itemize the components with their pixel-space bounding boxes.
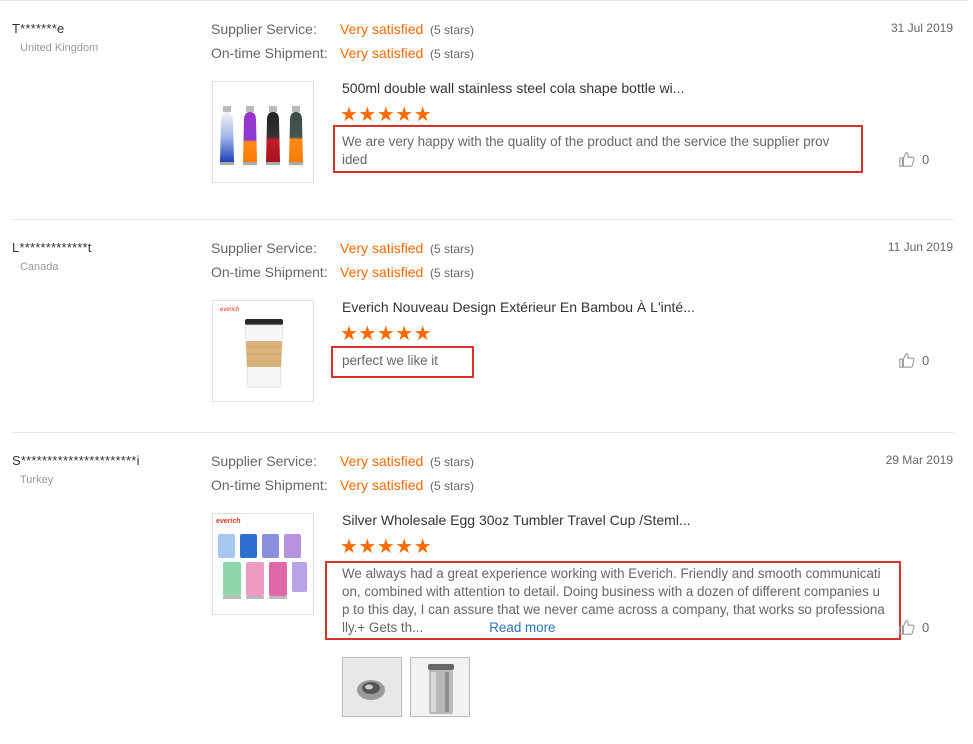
comment-line: on, combined with attention to detail. D… bbox=[342, 584, 880, 599]
ontime-shipment-label: On-time Shipment: bbox=[211, 264, 328, 280]
product-title-link[interactable]: Everich Nouveau Design Extérieur En Bamb… bbox=[342, 299, 695, 315]
comment-line: lly.+ Gets th... bbox=[342, 620, 424, 635]
lid-photo bbox=[343, 658, 401, 716]
comment-line: p to this day, I can assure that we neve… bbox=[342, 602, 885, 617]
review-comment: We are very happy with the quality of th… bbox=[342, 133, 852, 169]
tumbler-photo bbox=[411, 658, 469, 716]
bottles-image bbox=[220, 106, 303, 165]
buyer-country: Turkey bbox=[20, 474, 54, 486]
supplier-service-label: Supplier Service: bbox=[211, 240, 317, 256]
comment-line-last: lly.+ Gets th... Read more bbox=[342, 619, 902, 637]
top-divider bbox=[0, 0, 968, 1]
ontime-shipment-label: On-time Shipment: bbox=[211, 477, 328, 493]
review-stars: ★★★★★ bbox=[340, 323, 433, 345]
product-thumbnail[interactable]: everich bbox=[212, 513, 314, 615]
review-stars: ★★★★★ bbox=[340, 104, 433, 126]
product-title-link[interactable]: 500ml double wall stainless steel cola s… bbox=[342, 80, 684, 96]
buyer-name: L*************t bbox=[12, 240, 92, 255]
comment-line: We are very happy with the quality of th… bbox=[342, 134, 830, 149]
bamboo-cup-image: everich bbox=[220, 307, 284, 388]
supplier-service-stars: (5 stars) bbox=[430, 455, 475, 469]
like-button[interactable]: 0 bbox=[898, 618, 929, 636]
review-comment: perfect we like it bbox=[342, 352, 438, 370]
like-button[interactable]: 0 bbox=[898, 351, 929, 369]
buyer-country: Canada bbox=[20, 261, 59, 273]
supplier-service-stars: (5 stars) bbox=[430, 23, 475, 37]
review-divider bbox=[12, 432, 954, 433]
review-divider bbox=[12, 219, 954, 220]
ontime-shipment-value: Very satisfied bbox=[340, 264, 424, 280]
ontime-shipment-stars: (5 stars) bbox=[430, 266, 475, 280]
thumbs-up-icon bbox=[899, 152, 915, 167]
brand-logo: everich bbox=[216, 518, 241, 525]
comment-line: perfect we like it bbox=[342, 353, 439, 368]
like-count: 0 bbox=[922, 619, 930, 635]
like-count: 0 bbox=[922, 352, 930, 368]
buyer-name: T*******e bbox=[12, 21, 65, 36]
buyer-country: United Kingdom bbox=[20, 42, 99, 54]
supplier-service-stars: (5 stars) bbox=[430, 242, 475, 256]
like-count: 0 bbox=[922, 151, 930, 167]
ontime-shipment-stars: (5 stars) bbox=[430, 479, 475, 493]
supplier-service-value: Very satisfied bbox=[340, 453, 424, 469]
thumbs-up-icon bbox=[899, 620, 915, 635]
comment-line: We always had a great experience working… bbox=[342, 566, 881, 581]
review-date: 31 Jul 2019 bbox=[890, 21, 953, 35]
review-date: 11 Jun 2019 bbox=[887, 240, 953, 254]
comment-line: ided bbox=[342, 152, 368, 167]
supplier-service-value: Very satisfied bbox=[340, 240, 424, 256]
like-button[interactable]: 0 bbox=[898, 150, 929, 168]
product-title-link[interactable]: Silver Wholesale Egg 30oz Tumbler Travel… bbox=[342, 512, 691, 528]
thumbs-up-icon bbox=[899, 353, 915, 368]
buyer-name: S**********************i bbox=[12, 453, 140, 468]
brand-logo: everich bbox=[220, 307, 240, 313]
supplier-service-label: Supplier Service: bbox=[211, 21, 317, 37]
ontime-shipment-label: On-time Shipment: bbox=[211, 45, 328, 61]
review-photo-thumbnail[interactable] bbox=[410, 657, 470, 717]
supplier-service-label: Supplier Service: bbox=[211, 453, 317, 469]
review-comment: We always had a great experience working… bbox=[342, 565, 902, 637]
review-stars: ★★★★★ bbox=[340, 536, 433, 558]
read-more-link[interactable]: Read more bbox=[489, 620, 555, 635]
ontime-shipment-value: Very satisfied bbox=[340, 45, 424, 61]
product-thumbnail[interactable] bbox=[212, 81, 314, 183]
review-date: 29 Mar 2019 bbox=[885, 453, 953, 467]
ontime-shipment-stars: (5 stars) bbox=[430, 47, 475, 61]
supplier-service-value: Very satisfied bbox=[340, 21, 424, 37]
product-thumbnail[interactable]: everich bbox=[212, 300, 314, 402]
tumblers-image: everich bbox=[216, 518, 307, 599]
review-photo-thumbnail[interactable] bbox=[342, 657, 402, 717]
ontime-shipment-value: Very satisfied bbox=[340, 477, 424, 493]
